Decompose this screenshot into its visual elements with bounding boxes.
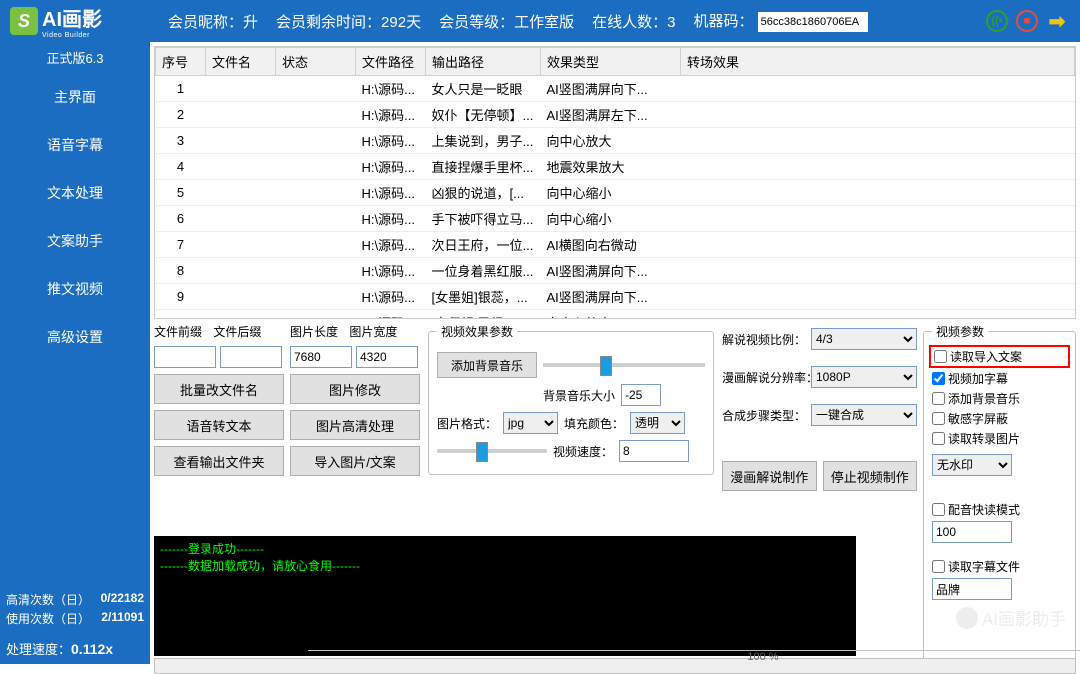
version-label: 正式版6.3 — [0, 42, 150, 73]
online-count: 在线人数：3 — [592, 11, 675, 32]
fill-color-select[interactable]: 透明 — [630, 412, 685, 434]
table-row[interactable]: 10H:\源码...[女伊轻]已经五...向中心放大 — [156, 310, 1075, 320]
processing-speed: 处理速度：0.112x — [0, 633, 150, 664]
console-line: -------数据加载成功，请放心食用------- — [160, 557, 850, 574]
file-table-wrap[interactable]: 序号 文件名 状态 文件路径 输出路径 效果类型 转场效果 1H:\源码...女… — [154, 46, 1076, 319]
video-effect-fieldset: 视频效果参数 添加背景音乐 背景音乐大小 图片格式： jpg 填充颜色： — [428, 323, 714, 475]
chk-quick-read[interactable]: 配音快读模式 — [932, 501, 1067, 518]
chk-read-img[interactable]: 读取转录图片 — [932, 430, 1067, 447]
prefix-input[interactable] — [154, 346, 216, 368]
th-transition[interactable]: 转场效果 — [681, 48, 1075, 76]
sidebar-item-copy[interactable]: 文案助手 — [0, 217, 150, 265]
sidebar-item-text[interactable]: 文本处理 — [0, 169, 150, 217]
th-status[interactable]: 状态 — [276, 48, 356, 76]
watermark: AI画影助手 — [956, 605, 1066, 630]
add-bgm-button[interactable]: 添加背景音乐 — [437, 352, 537, 378]
table-row[interactable]: 5H:\源码...凶狠的说道，[...向中心缩小 — [156, 180, 1075, 206]
table-row[interactable]: 3H:\源码...上集说到，男子...向中心放大 — [156, 128, 1075, 154]
stat-use: 使用次数（日）2/11091 — [6, 610, 144, 627]
img-width-label: 图片宽度 — [349, 323, 397, 340]
resolution-label: 漫画解说分辨率： — [722, 369, 807, 386]
img-format-select[interactable]: jpg — [503, 412, 558, 434]
ratio-select[interactable]: 4/3 — [811, 328, 917, 350]
img-format-label: 图片格式： — [437, 415, 497, 432]
console-line: -------登录成功------- — [160, 540, 850, 557]
chk-mask[interactable]: 敏感字屏蔽 — [932, 410, 1067, 427]
make-video-button[interactable]: 漫画解说制作 — [722, 461, 817, 491]
logo-title: AI画影 — [42, 3, 102, 32]
table-header-row: 序号 文件名 状态 文件路径 输出路径 效果类型 转场效果 — [156, 48, 1075, 76]
watermark-select[interactable]: 无水印 — [932, 454, 1012, 476]
member-grade: 会员等级：工作室版 — [439, 11, 574, 32]
bgm-volume-label: 背景音乐大小 — [543, 387, 615, 404]
suffix-input[interactable] — [220, 346, 282, 368]
table-row[interactable]: 2H:\源码...奴仆【无停顿】...AI竖图满屏左下... — [156, 102, 1075, 128]
img-hq-button[interactable]: 图片高清处理 — [290, 410, 420, 440]
img-length-label: 图片长度 — [290, 323, 338, 340]
machine-code: 机器码： — [693, 10, 867, 32]
stop-icon[interactable]: ■ — [1016, 10, 1038, 32]
img-modify-button[interactable]: 图片修改 — [290, 374, 420, 404]
sidebar-item-voice[interactable]: 语音字幕 — [0, 121, 150, 169]
prefix-label: 文件前缀 — [154, 323, 202, 340]
table-row[interactable]: 6H:\源码...手下被吓得立马...向中心缩小 — [156, 206, 1075, 232]
forward-icon[interactable]: ➡ — [1046, 10, 1068, 32]
header-bar: S AI画影 Video Builder 会员昵称：升 会员剩余时间：292天 … — [0, 0, 1080, 42]
sidebar: 正式版6.3 主界面 语音字幕 文本处理 文案助手 推文视频 高级设置 高清次数… — [0, 42, 150, 664]
ratio-label: 解说视频比例： — [722, 331, 807, 348]
logo-icon: S — [10, 7, 38, 35]
quick-read-input[interactable] — [932, 521, 1012, 543]
fill-color-label: 填充颜色： — [564, 415, 624, 432]
step-type-select[interactable]: 一键合成 — [811, 404, 917, 426]
chk-subtitle[interactable]: 视频加字幕 — [932, 370, 1067, 387]
video-params-legend: 视频参数 — [932, 323, 988, 340]
chk-read-subtitle-file[interactable]: 读取字幕文件 — [932, 558, 1067, 575]
table-row[interactable]: 9H:\源码...[女墨姐]银蕊，...AI竖图满屏向下... — [156, 284, 1075, 310]
th-index[interactable]: 序号 — [156, 48, 206, 76]
machine-code-input[interactable] — [758, 12, 868, 32]
logo: S AI画影 Video Builder — [0, 3, 150, 39]
speed-slider[interactable] — [437, 449, 547, 453]
file-table: 序号 文件名 状态 文件路径 输出路径 效果类型 转场效果 1H:\源码...女… — [155, 47, 1075, 319]
th-filepath[interactable]: 文件路径 — [356, 48, 426, 76]
bgm-volume-input[interactable] — [621, 384, 661, 406]
video-speed-label: 视频速度： — [553, 443, 613, 460]
chk-read-import[interactable]: 读取导入文案 — [929, 345, 1070, 368]
table-row[interactable]: 4H:\源码...直接捏爆手里杯...地震效果放大 — [156, 154, 1075, 180]
stop-video-button[interactable]: 停止视频制作 — [823, 461, 918, 491]
sidebar-item-tweet[interactable]: 推文视频 — [0, 265, 150, 313]
view-output-button[interactable]: 查看输出文件夹 — [154, 446, 284, 476]
remaining-time: 会员剩余时间：292天 — [276, 11, 421, 32]
suffix-label: 文件后缀 — [213, 323, 261, 340]
table-row[interactable]: 7H:\源码...次日王府，一位...AI横图向右微动 — [156, 232, 1075, 258]
table-row[interactable]: 8H:\源码...一位身着黑红服...AI竖图满屏向下... — [156, 258, 1075, 284]
video-effect-legend: 视频效果参数 — [437, 323, 517, 340]
th-output[interactable]: 输出路径 — [426, 48, 541, 76]
img-length-input[interactable] — [290, 346, 352, 368]
video-speed-input[interactable] — [619, 440, 689, 462]
batch-rename-button[interactable]: 批量改文件名 — [154, 374, 284, 404]
import-img-button[interactable]: 导入图片/文案 — [290, 446, 420, 476]
footer-zoom: 100 % — [308, 650, 1080, 664]
stat-hq: 高清次数（日）0/22182 — [6, 591, 144, 608]
wechat-icon — [956, 607, 978, 629]
th-filename[interactable]: 文件名 — [206, 48, 276, 76]
table-row[interactable]: 1H:\源码...女人只是一眨眼AI竖图满屏向下... — [156, 76, 1075, 102]
sidebar-item-main[interactable]: 主界面 — [0, 73, 150, 121]
bgm-slider[interactable] — [543, 363, 705, 367]
th-effect[interactable]: 效果类型 — [541, 48, 681, 76]
step-type-label: 合成步骤类型： — [722, 407, 807, 424]
brand-input[interactable] — [932, 578, 1012, 600]
chk-add-bgm[interactable]: 添加背景音乐 — [932, 390, 1067, 407]
nickname: 会员昵称：升 — [168, 11, 258, 32]
logo-subtitle: Video Builder — [42, 32, 102, 39]
img-width-input[interactable] — [356, 346, 418, 368]
sidebar-item-adv[interactable]: 高级设置 — [0, 313, 150, 361]
signal-icon[interactable]: ((• — [986, 10, 1008, 32]
console-output: -------登录成功------- -------数据加载成功，请放心食用--… — [154, 536, 856, 656]
resolution-select[interactable]: 1080P — [811, 366, 917, 388]
voice-to-text-button[interactable]: 语音转文本 — [154, 410, 284, 440]
